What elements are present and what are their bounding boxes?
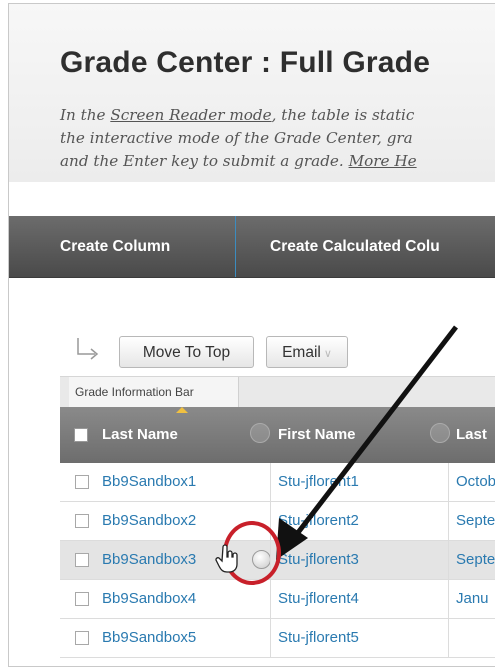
email-label: Email [282, 344, 321, 361]
table-row: Bb9Sandbox1 Stu-jflorent1 Octob [60, 463, 495, 502]
table-row: Bb9Sandbox5 Stu-jflorent5 [60, 619, 495, 658]
move-to-top-label: Move To Top [142, 344, 231, 361]
first-name-cell[interactable]: Stu-jflorent4 [278, 580, 359, 618]
column-divider [448, 541, 449, 579]
page-title: Grade Center : Full Grade [60, 46, 431, 79]
arrow-turn-right-icon [77, 338, 99, 360]
instructions-text-part: , the table is static [271, 106, 415, 124]
grade-center-grid: Last Name First Name Last Bb9Sandbox1 St… [60, 407, 495, 658]
first-name-cell[interactable]: Stu-jflorent5 [278, 619, 359, 657]
last-access-cell[interactable]: Janu [456, 580, 489, 618]
grade-information-bar-label: Grade Information Bar [69, 377, 239, 407]
screen-reader-mode-link[interactable]: Screen Reader mode [110, 106, 271, 124]
hand-pointer-icon [215, 544, 238, 573]
circle-menu-icon[interactable] [430, 423, 450, 443]
last-name-cell[interactable]: Bb9Sandbox3 [102, 541, 196, 579]
column-divider [270, 619, 271, 657]
column-divider [448, 580, 449, 618]
last-name-cell[interactable]: Bb9Sandbox1 [102, 463, 196, 501]
instructions-line: the interactive mode of the Grade Center… [60, 129, 413, 147]
row-checkbox[interactable] [75, 631, 89, 645]
column-divider [448, 502, 449, 540]
last-access-cell[interactable]: Octob [456, 463, 495, 501]
grid-header: Last Name First Name Last [60, 407, 495, 463]
select-all-checkbox[interactable] [74, 428, 88, 442]
last-name-cell[interactable]: Bb9Sandbox2 [102, 502, 196, 540]
create-column-button[interactable]: Create Column [60, 216, 170, 277]
column-divider [448, 463, 449, 501]
page-header: Grade Center : Full Grade In the Screen … [9, 4, 495, 182]
first-name-cell[interactable]: Stu-jflorent1 [278, 463, 359, 501]
last-name-cell[interactable]: Bb9Sandbox4 [102, 580, 196, 618]
first-name-cell[interactable]: Stu-jflorent2 [278, 502, 359, 540]
column-header-last-name[interactable]: Last Name [102, 407, 178, 463]
column-header-first-name[interactable]: First Name [278, 407, 356, 463]
instructions-text-part: In the [60, 106, 111, 124]
last-access-cell[interactable]: Septe [456, 502, 495, 540]
table-row: Bb9Sandbox2 Stu-jflorent2 Septe [60, 502, 495, 541]
column-header-last-access[interactable]: Last [456, 407, 487, 463]
column-divider [270, 463, 271, 501]
more-help-link[interactable]: More He [349, 152, 417, 170]
instructions-text: In the Screen Reader mode, the table is … [60, 104, 495, 173]
last-name-cell[interactable]: Bb9Sandbox5 [102, 619, 196, 657]
row-checkbox[interactable] [75, 553, 89, 567]
table-row: Bb9Sandbox4 Stu-jflorent4 Janu [60, 580, 495, 619]
column-divider [448, 619, 449, 657]
move-to-top-button[interactable]: Move To Top [119, 336, 254, 368]
first-name-cell[interactable]: Stu-jflorent3 [278, 541, 359, 579]
circle-menu-icon[interactable] [250, 423, 270, 443]
chevron-down-icon: ∨ [323, 348, 332, 360]
row-checkbox[interactable] [75, 592, 89, 606]
last-access-cell[interactable]: Septe [456, 541, 495, 579]
action-bar-divider [235, 216, 236, 277]
column-divider [270, 580, 271, 618]
action-bar: Create Column Create Calculated Colu [9, 216, 495, 278]
create-calculated-column-button[interactable]: Create Calculated Colu [270, 216, 440, 277]
instructions-text-part: and the Enter key to submit a grade. [60, 152, 349, 170]
grade-information-bar: Grade Information Bar [60, 376, 495, 407]
row-checkbox[interactable] [75, 514, 89, 528]
row-checkbox[interactable] [75, 475, 89, 489]
email-button[interactable]: Email ∨ [266, 336, 348, 368]
